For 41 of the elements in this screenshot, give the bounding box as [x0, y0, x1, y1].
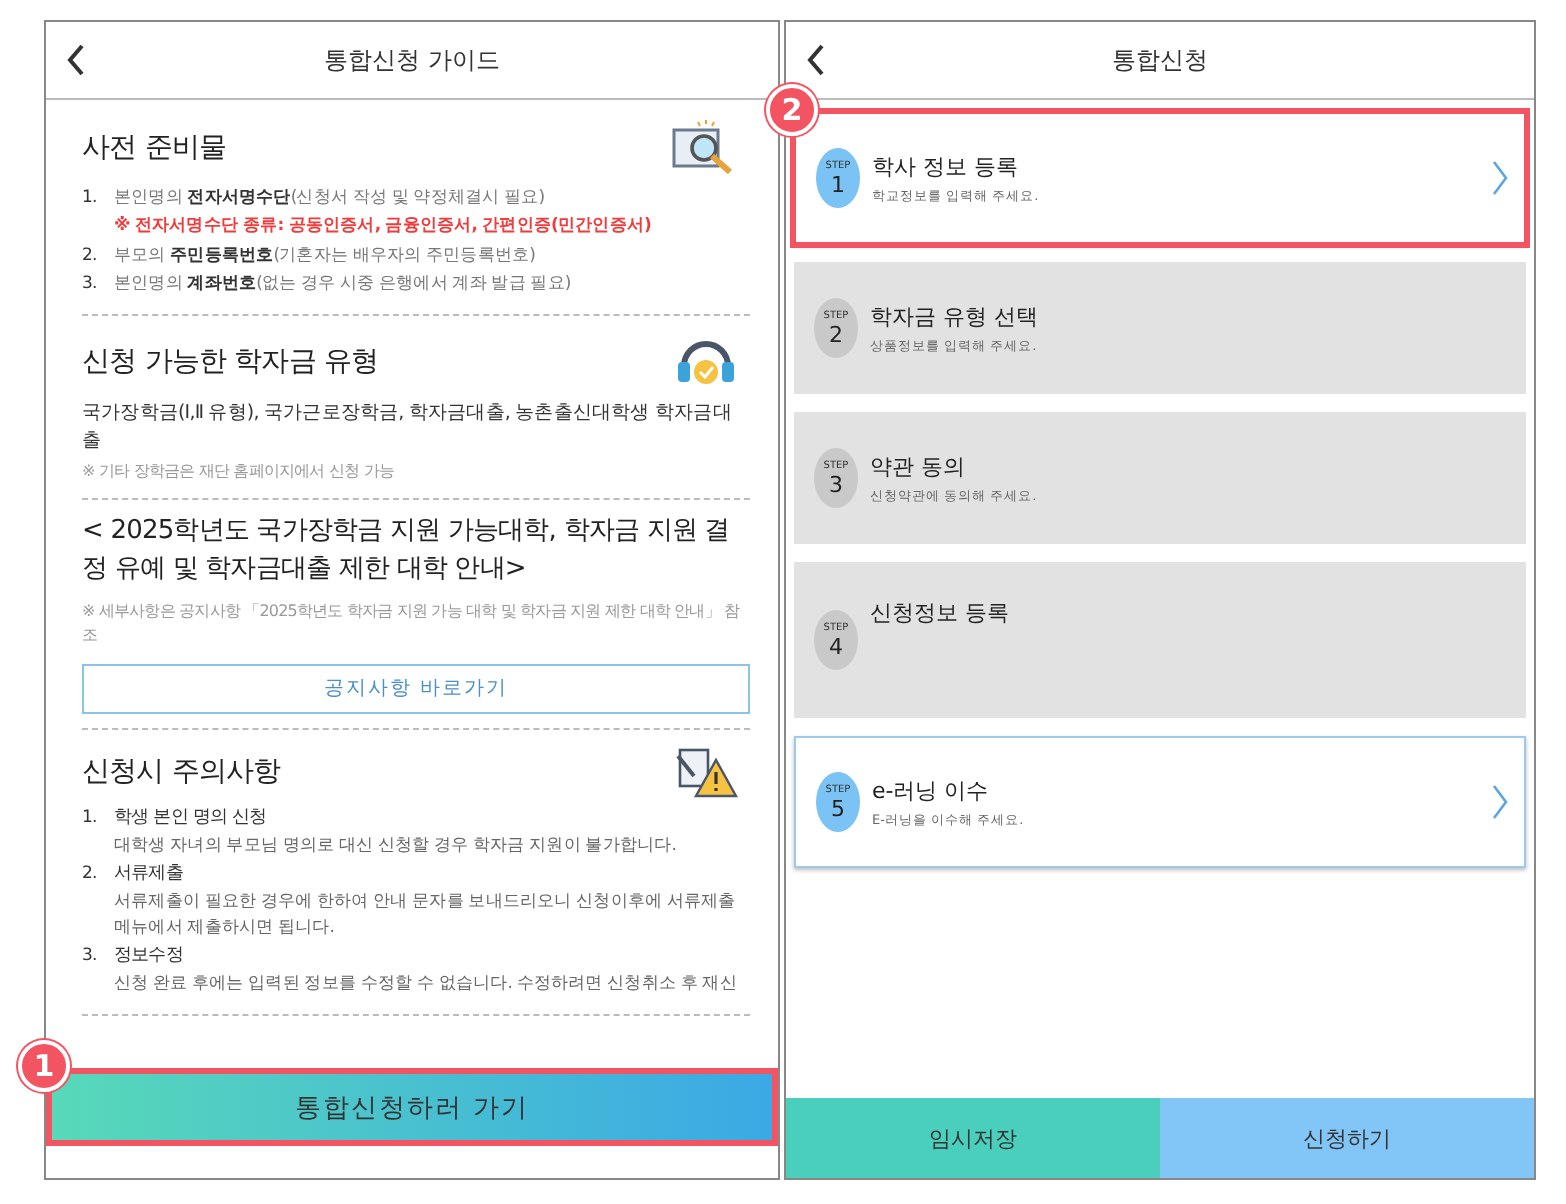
step-title: 약관 동의 — [870, 451, 967, 481]
chevron-right-icon — [1492, 160, 1508, 196]
callout-marker: 2 — [766, 84, 818, 136]
item-title: 학생 본인 명의 신청 — [114, 805, 269, 832]
item-text: 부모의 주민등록번호(기혼자는 배우자의 주민등록번호) — [114, 243, 536, 270]
item-text: 본인명의 계좌번호(없는 경우 시중 은행에서 계좌 발급 필요) — [114, 272, 571, 299]
step-title: 신청정보 등록 — [870, 598, 1011, 628]
back-icon[interactable] — [806, 44, 826, 76]
warning-note: ※ 전자서명수단 종류: 공동인증서, 금융인증서, 간편인증(민간인증서) — [114, 214, 651, 241]
item-number: 2. — [82, 243, 99, 270]
loan-types-text: 국가장학금(Ⅰ,Ⅱ 유형), 국가근로장학금, 학자금대출, 농촌출신대학생 학자금대출 — [82, 399, 734, 456]
item-text: 신청 완료 후에는 입력된 정보를 수정할 수 없습니다. 수정하려면 신청취소 후 재신 — [114, 972, 737, 999]
screen-title: 통합신청 가이드 — [324, 43, 500, 77]
callout-marker: 1 — [18, 1040, 70, 1092]
warning-document-icon — [674, 743, 738, 800]
magnifier-document-icon — [670, 118, 738, 178]
item-text: 대학생 자녀의 부모님 명의로 대신 신청할 경우 학자금 지원이 불가합니다. — [114, 833, 677, 860]
section-title: 사전 준비물 — [82, 130, 227, 166]
step-title: e-러닝 이수 — [872, 775, 991, 805]
section-title: < 2025학년도 국가장학금 지원 가능대학, 학자금 지원 결정 유예 및 학자금대출 제한 대학 안내> — [82, 514, 732, 589]
item-number: 3. — [82, 272, 99, 299]
back-icon[interactable] — [66, 44, 86, 76]
item-text: 서류제출이 필요한 경우에 한하여 안내 문자를 보내드리오니 신청이후에 서류제출 메뉴에서 제출하시면 됩니다. — [114, 889, 738, 943]
item-number: 2. — [82, 862, 99, 889]
action-button[interactable]: 임시저장 — [786, 1098, 1160, 1178]
item-number: 1. — [82, 805, 99, 832]
note-text: ※ 세부사항은 공지사항 「2025학년도 학자금 지원 가능 대학 및 학자금 지원 제한 대학 안내」 참조 — [82, 599, 742, 648]
action-button[interactable]: 신청하기 — [1160, 1098, 1534, 1178]
step-title: 학사 정보 등록 — [872, 151, 1020, 181]
item-number: 3. — [82, 944, 99, 971]
section-title: 신청 가능한 학자금 유형 — [82, 343, 379, 380]
item-text: 본인명의 전자서명수단(신청서 작성 및 약정체결시 필요) — [114, 186, 547, 212]
chevron-right-icon — [1492, 784, 1508, 820]
step-title: 학자금 유형 선택 — [870, 301, 1040, 331]
notice-link-button[interactable]: 공지사항 바로가기 — [82, 663, 750, 714]
item-number: 1. — [82, 186, 99, 212]
item-title: 서류제출 — [114, 862, 185, 889]
note-text: ※ 기타 장학금은 재단 홈페이지에서 신청 가능 — [82, 460, 396, 485]
item-title: 정보수정 — [114, 944, 185, 971]
screen-title: 통합신청 — [1112, 43, 1208, 77]
section-title: 신청시 주의사항 — [82, 753, 281, 790]
